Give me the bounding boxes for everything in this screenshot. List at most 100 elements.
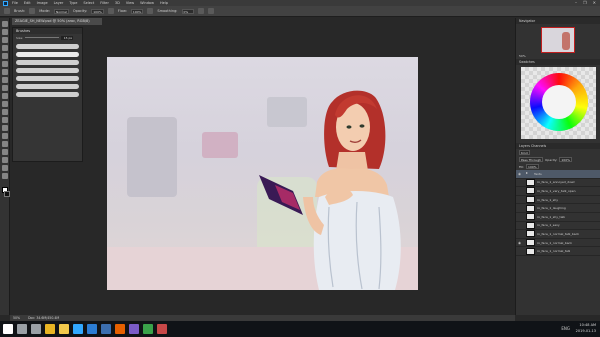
layer-row[interactable]: ro_face_1_laughing (516, 204, 600, 213)
type-tool-icon[interactable] (1, 141, 8, 147)
layer-fill-label: Fill: (519, 164, 525, 169)
layer-thumbnail (526, 239, 535, 247)
background-color-swatch[interactable] (3, 191, 10, 197)
smoothing-field[interactable]: 0% (181, 8, 194, 14)
brush-preset[interactable] (16, 44, 79, 49)
brush-tool-icon[interactable] (4, 8, 10, 14)
menu-view[interactable]: View (126, 1, 134, 5)
brushes-panel: Brushes Size: 15 px (12, 27, 83, 162)
layer-row[interactable]: ro_face_1_shy (516, 196, 600, 205)
firefox-icon[interactable] (115, 324, 125, 334)
flow-field[interactable]: 100% (130, 8, 144, 14)
brush-preset[interactable] (16, 60, 79, 65)
visibility-eye-icon[interactable]: ◉ (518, 241, 523, 245)
lasso-tool-icon[interactable] (1, 37, 8, 43)
chrome-icon[interactable] (45, 324, 55, 334)
path-select-tool-icon[interactable] (1, 149, 8, 155)
store-icon[interactable] (87, 324, 97, 334)
layer-kind-filter[interactable]: Kind (519, 150, 530, 155)
layer-row[interactable]: ◉ ▸ Texts (516, 170, 600, 179)
pen-tool-icon[interactable] (1, 133, 8, 139)
brush-preset[interactable] (16, 76, 79, 81)
layer-row[interactable]: ro_face_1_normal_talk_back (516, 230, 600, 239)
swatches-tab[interactable]: Swatches (516, 59, 600, 65)
marquee-tool-icon[interactable] (1, 29, 8, 35)
visibility-eye-icon[interactable]: ◉ (518, 172, 523, 176)
gradient-tool-icon[interactable] (1, 109, 8, 115)
layer-fill-field[interactable]: 100% (526, 164, 539, 169)
tray-language[interactable]: ENG (561, 326, 570, 331)
mode-select[interactable]: Normal (54, 8, 69, 14)
menu-window[interactable]: Window (140, 1, 154, 5)
move-tool-icon[interactable] (1, 21, 8, 27)
photoshop-icon[interactable] (73, 324, 83, 334)
airbrush-icon[interactable] (147, 8, 154, 14)
crop-tool-icon[interactable] (1, 53, 8, 59)
document-canvas[interactable] (107, 57, 418, 290)
pressure-size-icon[interactable] (207, 8, 214, 14)
layer-row[interactable]: ro_face_1_sexy (516, 221, 600, 231)
app-icon[interactable] (129, 324, 139, 334)
media-icon[interactable] (101, 324, 111, 334)
navigator-preview[interactable] (541, 27, 575, 53)
brush-tool-icon-active[interactable] (1, 77, 8, 83)
minimize-button[interactable]: – (575, 0, 577, 5)
menu-image[interactable]: Image (37, 1, 48, 5)
opacity-field[interactable]: 100% (91, 8, 104, 14)
layer-row[interactable]: ◉ ro_face_1_normal_back (516, 239, 600, 248)
brush-preset[interactable] (16, 52, 79, 57)
blur-tool-icon[interactable] (1, 117, 8, 123)
menu-layer[interactable]: Layer (54, 1, 64, 5)
brush-preset[interactable] (16, 68, 79, 73)
app-icon-2[interactable] (143, 324, 153, 334)
pressure-opacity-icon[interactable] (107, 8, 114, 14)
menu-select[interactable]: Select (83, 1, 94, 5)
restore-button[interactable]: ❐ (583, 0, 587, 5)
blend-mode-select[interactable]: Pass Through (519, 157, 544, 162)
color-wheel-panel[interactable] (521, 67, 596, 139)
eyedropper-tool-icon[interactable] (1, 61, 8, 67)
shape-tool-icon[interactable] (1, 157, 8, 163)
task-view-icon[interactable] (31, 324, 41, 334)
color-wheel-center (542, 85, 576, 119)
healing-brush-tool-icon[interactable] (1, 69, 8, 75)
layer-fill-row: Fill: 100% (516, 163, 600, 170)
search-icon[interactable] (17, 324, 27, 334)
navigator-tab[interactable]: Navigator (516, 18, 600, 24)
layer-row[interactable]: ro_face_1_very_talk_open (516, 187, 600, 196)
history-brush-tool-icon[interactable] (1, 93, 8, 99)
character-illustration (259, 90, 401, 290)
layer-row[interactable]: ro_face_1_shy_talk (516, 213, 600, 222)
brush-preset-picker-icon[interactable] (29, 8, 36, 14)
clock[interactable]: 10:48 AM 2019-01-13 (576, 322, 596, 334)
menu-3d[interactable]: 3D (115, 1, 120, 5)
menu-filter[interactable]: Filter (100, 1, 109, 5)
zoom-tool-icon[interactable] (1, 173, 8, 179)
eraser-tool-icon[interactable] (1, 101, 8, 107)
layer-name: ro_face_1_normal_back (537, 240, 572, 245)
menu-help[interactable]: Help (160, 1, 168, 5)
tools-panel (0, 18, 10, 315)
brush-size-slider[interactable] (25, 37, 60, 38)
quick-select-tool-icon[interactable] (1, 45, 8, 51)
layer-row[interactable]: ro_face_1_annoyed_down (516, 178, 600, 188)
document-tab[interactable]: ZEAGIE_SH_NEW.psd @ 50% (aroc, RGB/8) (12, 18, 102, 25)
windows-start-icon[interactable] (3, 324, 13, 334)
brush-size-value[interactable]: 15 px (61, 35, 74, 40)
layer-row[interactable]: ro_face_1_normal_talk (516, 247, 600, 256)
menu-file[interactable]: File (12, 1, 18, 5)
app-icon-3[interactable] (157, 324, 167, 334)
brush-preset[interactable] (16, 92, 79, 97)
close-button[interactable]: ✕ (593, 0, 596, 5)
brush-preset[interactable] (16, 84, 79, 89)
brush-presets-list (16, 44, 79, 97)
settings-gear-icon[interactable] (197, 8, 204, 14)
layer-name: ro_face_1_laughing (537, 206, 566, 211)
dodge-tool-icon[interactable] (1, 125, 8, 131)
clone-stamp-tool-icon[interactable] (1, 85, 8, 91)
layer-opacity-field[interactable]: 100% (559, 157, 572, 162)
menu-type[interactable]: Type (69, 1, 77, 5)
menu-edit[interactable]: Edit (24, 1, 31, 5)
hand-tool-icon[interactable] (1, 165, 8, 171)
file-explorer-icon[interactable] (59, 324, 69, 334)
